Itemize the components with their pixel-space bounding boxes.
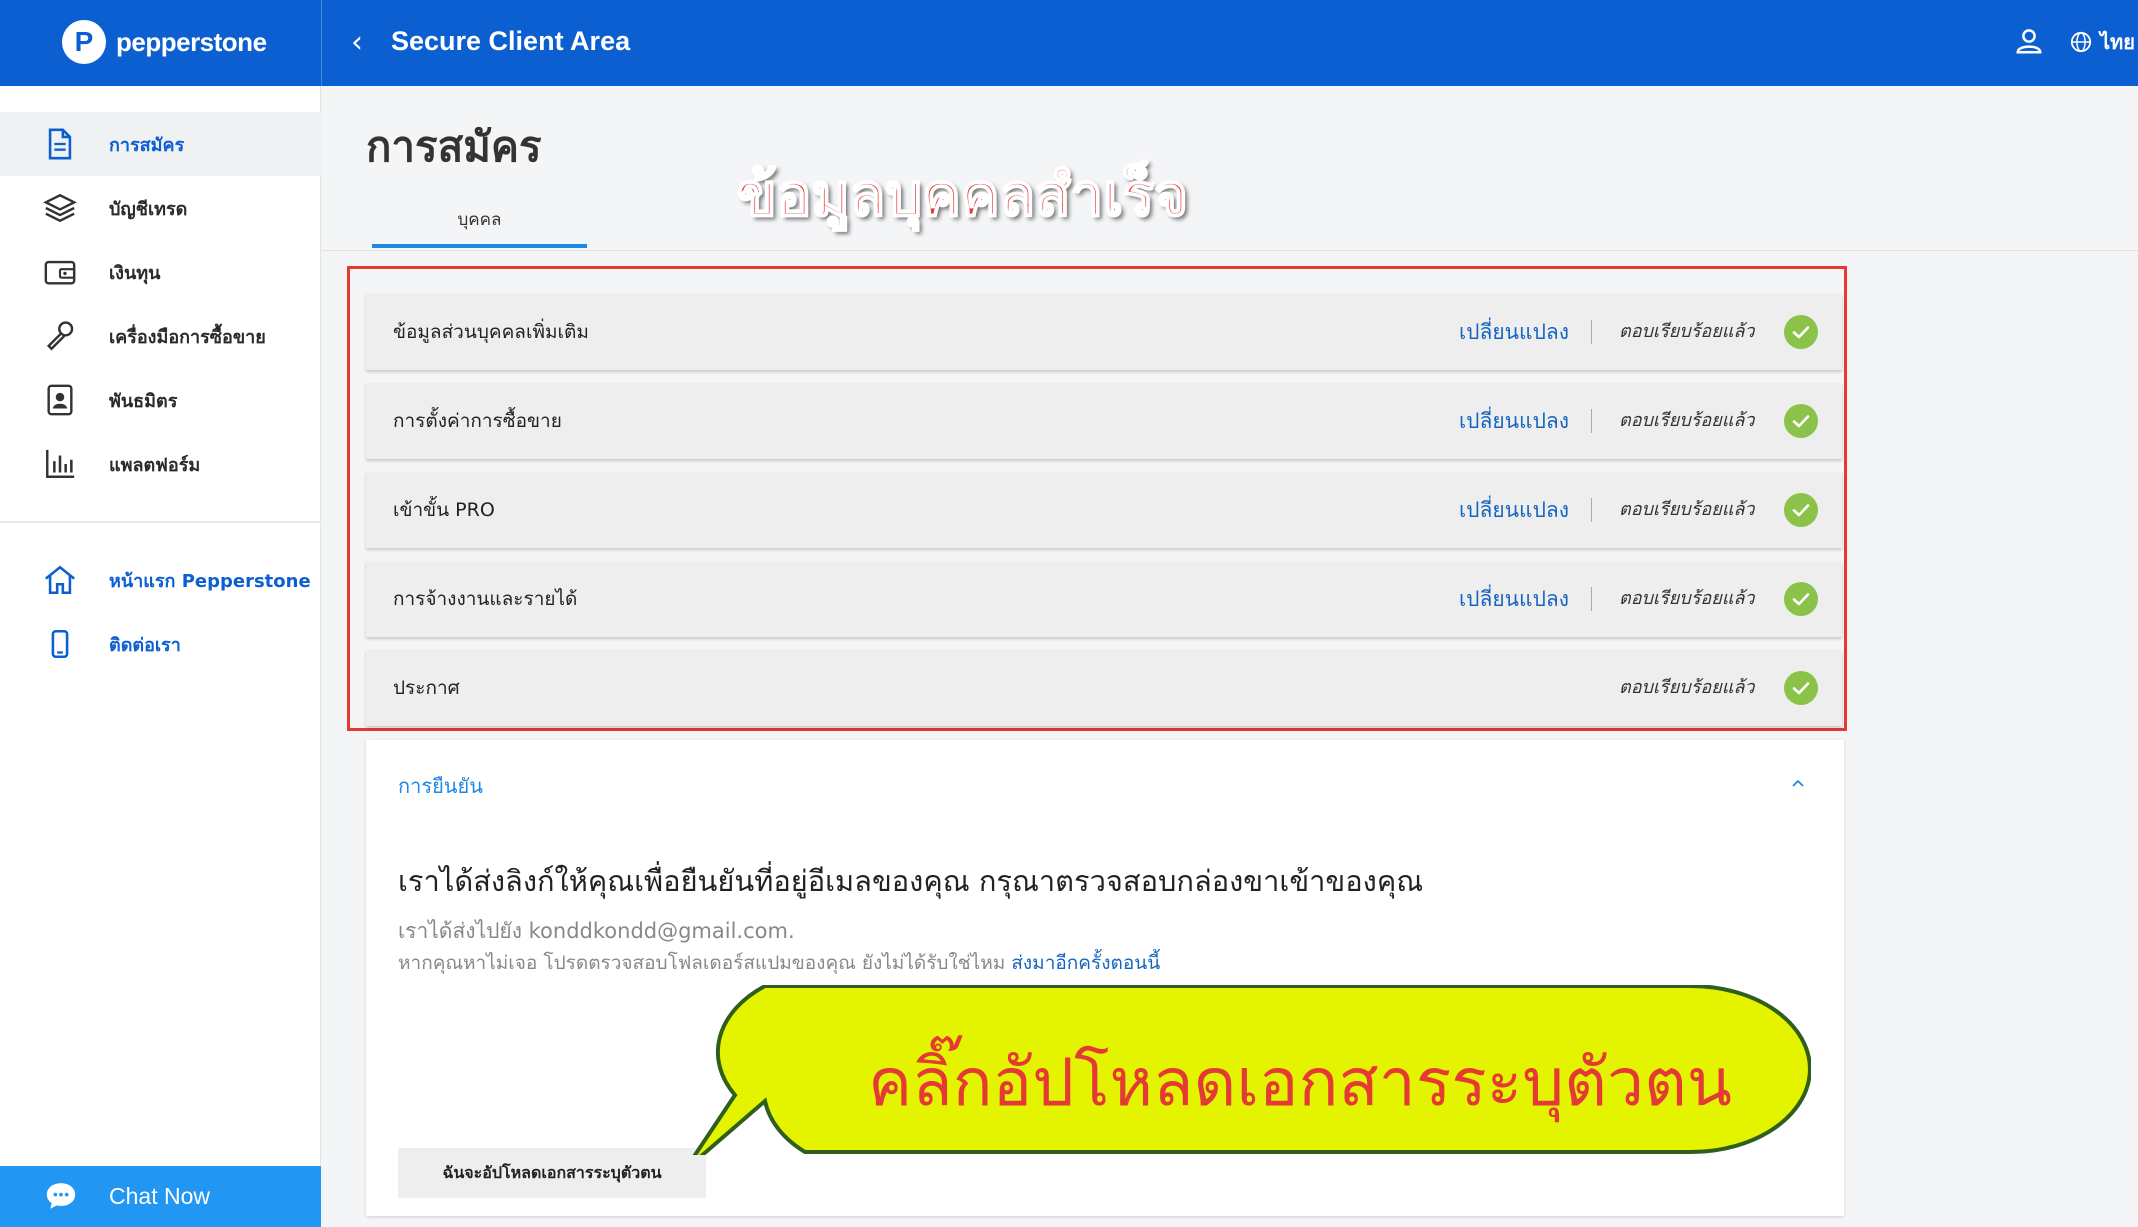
user-icon[interactable] (2014, 26, 2044, 56)
document-icon (48, 128, 72, 160)
spam-note-text: หากคุณหาไม่เจอ โปรดตรวจสอบโฟลเดอร์สแปมขอ… (398, 952, 1012, 974)
section-row[interactable]: การตั้งค่าการซื้อขาย เปลี่ยนแปลง ตอบเรีย… (366, 383, 1842, 459)
sidebar: การสมัคร บัญชีเทรด เงินทุน เครื่องมือการ… (0, 86, 321, 1227)
tab-active-indicator (372, 244, 587, 248)
sidebar-item-trading-tools[interactable]: เครื่องมือการซื้อขาย (0, 304, 321, 368)
section-label: ประกาศ (393, 677, 460, 699)
verification-spam-note: หากคุณหาไม่เจอ โปรดตรวจสอบโฟลเดอร์สแปมขอ… (398, 948, 1160, 978)
tools-icon (46, 321, 74, 351)
section-status: ตอบเรียบร้อยแล้ว (1619, 677, 1755, 698)
logo-mark: P (62, 20, 106, 64)
change-link[interactable]: เปลี่ยนแปลง (1459, 383, 1569, 459)
sidebar-link-label: ติดต่อเรา (109, 634, 181, 656)
sidebar-item-application[interactable]: การสมัคร (0, 112, 321, 176)
section-row[interactable]: เข้าขั้น PRO เปลี่ยนแปลง ตอบเรียบร้อยแล้… (366, 472, 1842, 548)
section-row[interactable]: การจ้างงานและรายได้ เปลี่ยนแปลง ตอบเรียบ… (366, 561, 1842, 637)
logo-text: pepperstone (116, 26, 267, 57)
sidebar-item-label: แพลตฟอร์ม (109, 454, 201, 476)
tab-label: บุคคล (457, 210, 502, 230)
tab-individual[interactable]: บุคคล (372, 200, 587, 250)
verification-header[interactable]: การยืนยัน (398, 770, 483, 802)
upload-id-document-button[interactable]: ฉันจะอัปโหลดเอกสารระบุตัวตน (398, 1148, 706, 1198)
section-label: ข้อมูลส่วนบุคคลเพิ่มเติม (393, 321, 589, 343)
check-circle-icon (1784, 582, 1818, 616)
sidebar-item-partners[interactable]: พันธมิตร (0, 368, 321, 432)
language-label: ไทย (2100, 30, 2135, 54)
contact-card-icon (47, 384, 73, 416)
sidebar-item-platforms[interactable]: แพลตฟอร์ม (0, 432, 321, 496)
top-bar: P pepperstone ‹ Secure Client Area ไทย (0, 0, 2138, 86)
verification-sent-to: เราได้ส่งไปยัง konddkondd@gmail.com. (398, 919, 795, 943)
sidebar-item-funds[interactable]: เงินทุน (0, 240, 321, 304)
sidebar-divider (0, 521, 321, 523)
change-link[interactable]: เปลี่ยนแปลง (1459, 294, 1569, 370)
resend-link[interactable]: ส่งมาอีกครั้งตอนนี้ (1011, 952, 1160, 974)
sidebar-item-label: เงินทุน (109, 262, 161, 284)
section-status: ตอบเรียบร้อยแล้ว (1619, 588, 1755, 609)
wallet-icon (44, 260, 76, 285)
section-label: การตั้งค่าการซื้อขาย (393, 410, 562, 432)
sidebar-item-label: พันธมิตร (109, 390, 178, 412)
layers-icon (43, 193, 77, 223)
chevron-up-icon[interactable] (1786, 772, 1810, 796)
separator (1591, 587, 1592, 611)
section-row[interactable]: ประกาศ ตอบเรียบร้อยแล้ว (366, 650, 1842, 726)
separator (1591, 320, 1592, 344)
change-link[interactable]: เปลี่ยนแปลง (1459, 472, 1569, 548)
chevron-left-icon[interactable]: ‹ (343, 24, 371, 62)
page-header-title: Secure Client Area (391, 26, 631, 56)
page-title: การสมัคร (366, 122, 542, 171)
language-selector[interactable]: ไทย (2070, 26, 2135, 58)
section-label: การจ้างงานและรายได้ (393, 588, 578, 610)
section-status: ตอบเรียบร้อยแล้ว (1619, 321, 1755, 342)
sidebar-item-label: บัญชีเทรด (109, 198, 188, 220)
pepperstone-logo[interactable]: P pepperstone (62, 20, 267, 64)
sidebar-link-label: หน้าแรก Pepperstone (109, 570, 311, 592)
change-link[interactable]: เปลี่ยนแปลง (1459, 561, 1569, 637)
section-status: ตอบเรียบร้อยแล้ว (1619, 410, 1755, 431)
section-label: เข้าขั้น PRO (393, 499, 495, 521)
header-divider (321, 0, 322, 86)
callout-text: คลิ๊กอัปโหลดเอกสารระบุตัวตน (868, 1044, 1732, 1121)
sidebar-item-trading-accounts[interactable]: บัญชีเทรด (0, 176, 321, 240)
chat-now-label: Chat Now (109, 1183, 210, 1209)
sidebar-link-home[interactable]: หน้าแรก Pepperstone (0, 548, 321, 612)
annotation-title: ข้อมูลบุคคลสำเร็จ (736, 160, 1189, 230)
globe-icon (2070, 31, 2092, 53)
section-row[interactable]: ข้อมูลส่วนบุคคลเพิ่มเติม เปลี่ยนแปลง ตอบ… (366, 294, 1842, 370)
chat-bubble-icon (46, 1183, 76, 1209)
sidebar-item-label: การสมัคร (109, 134, 185, 156)
bar-chart-icon (46, 449, 75, 478)
check-circle-icon (1784, 315, 1818, 349)
phone-icon (51, 629, 69, 659)
check-circle-icon (1784, 671, 1818, 705)
separator (1591, 498, 1592, 522)
separator (1591, 409, 1592, 433)
chat-now-button[interactable]: Chat Now (0, 1166, 321, 1227)
check-circle-icon (1784, 493, 1818, 527)
verification-message: เราได้ส่งลิงก์ให้คุณเพื่อยืนยันที่อยู่อี… (398, 864, 1424, 898)
check-circle-icon (1784, 404, 1818, 438)
section-status: ตอบเรียบร้อยแล้ว (1619, 499, 1755, 520)
sidebar-link-contact[interactable]: ติดต่อเรา (0, 612, 321, 676)
home-icon (45, 565, 75, 595)
sidebar-item-label: เครื่องมือการซื้อขาย (109, 326, 266, 348)
tab-bar-border (322, 250, 2138, 251)
